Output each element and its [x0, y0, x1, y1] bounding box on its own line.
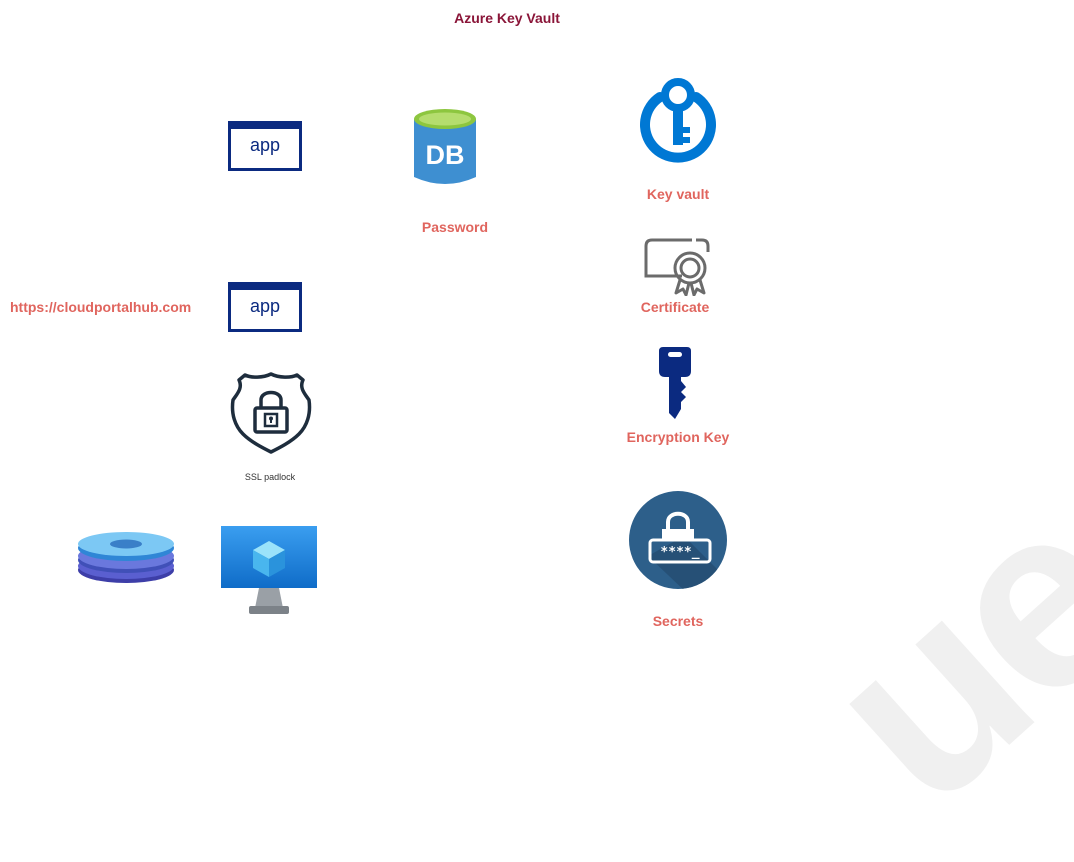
diagram-title: Azure Key Vault: [454, 10, 560, 26]
database-icon: DB: [412, 107, 478, 194]
app-window-1: app: [228, 121, 302, 171]
encryption-key-label: Encryption Key: [626, 429, 730, 445]
key-icon: [655, 347, 697, 426]
disk-stack-icon: [76, 530, 176, 591]
url-label: https://cloudportalhub.com: [10, 299, 192, 315]
secrets-label: Secrets: [652, 613, 704, 629]
key-vault-icon: [638, 77, 718, 168]
key-vault-label: Key vault: [646, 186, 710, 202]
secrets-mask-text: ****_: [660, 545, 699, 560]
certificate-label: Certificate: [640, 299, 710, 315]
ssl-padlock-label: SSL padlock: [244, 472, 296, 482]
shield-padlock-icon: [229, 370, 313, 461]
password-lock-icon: ****_: [628, 490, 732, 599]
watermark: ues: [772, 359, 1074, 859]
password-label: Password: [421, 219, 489, 235]
db-text: DB: [426, 140, 465, 170]
certificate-icon: [644, 238, 714, 301]
app-window-2: app: [228, 282, 302, 332]
virtual-machine-icon: [221, 526, 319, 621]
